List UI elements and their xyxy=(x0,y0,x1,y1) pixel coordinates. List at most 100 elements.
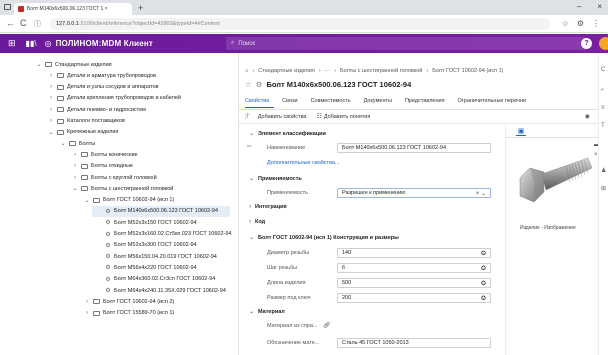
tree-folder[interactable]: › Детали крепления трубопроводов и кабеле… xyxy=(48,93,181,104)
tree-item[interactable]: ⚙ Болт М52х3х150 ГОСТ 10602-94 xyxy=(96,217,196,228)
breadcrumb-item[interactable]: Стандартные изделия xyxy=(258,68,315,74)
minimize-button[interactable]: – xyxy=(577,2,581,11)
breadcrumb-item[interactable]: Болты с шестигранной головкой xyxy=(340,68,422,74)
tree-folder[interactable]: › Болты с круглой головкой xyxy=(72,172,157,183)
tab-3[interactable]: Документы xyxy=(364,98,397,108)
designation-field[interactable]: Сталь 45 ГОСТ 1050-2013 xyxy=(337,338,491,348)
tree-item[interactable]: ⚙ Болт М52х3х160.02.Ст5кп.023 ГОСТ 10602-… xyxy=(96,229,231,240)
chevron-right-icon[interactable]: › xyxy=(84,310,90,316)
chevron-right-icon[interactable]: › xyxy=(72,163,78,169)
side-tool-icon[interactable]: ⊞ xyxy=(601,185,606,192)
chevron-right-icon[interactable]: › xyxy=(48,107,54,113)
chevron-down-icon[interactable]: ⌄ xyxy=(72,185,78,192)
breadcrumb-item[interactable]: Болт ГОСТ 10602-94 (исп 1) xyxy=(432,68,503,74)
tree-item[interactable]: ⚙ Болт М52х3х300 ГОСТ 10602-94 xyxy=(96,240,196,251)
side-tool-icon[interactable]: ⌐ xyxy=(601,87,605,93)
add-property-button[interactable]: Добавить свойства xyxy=(258,114,307,120)
chevron-down-icon[interactable]: ⌄ xyxy=(48,129,54,136)
chevron-down-icon[interactable]: ⌄ xyxy=(36,61,42,68)
tree-folder[interactable]: ⌄ Крепежные изделия xyxy=(48,127,118,138)
tab-5[interactable]: Ограничительные перечни xyxy=(458,98,531,108)
clear-and-dropdown-icon[interactable]: × ⌄ xyxy=(476,190,486,197)
extensions-icon[interactable]: ⚙ xyxy=(577,19,584,28)
url-input[interactable]: 127.0.0.1:5100/client/reference?objectId… xyxy=(50,18,550,30)
user-avatar[interactable] xyxy=(599,37,608,50)
chevron-right-icon[interactable]: › xyxy=(48,84,54,90)
tab-2[interactable]: Совместимость xyxy=(311,98,356,108)
section-applicability[interactable]: ⌄ Применяемость xyxy=(249,175,302,183)
tab-4[interactable]: Представления xyxy=(405,98,450,108)
chevron-right-icon[interactable]: › xyxy=(84,299,90,305)
section-material[interactable]: ⌄ Материал xyxy=(249,308,285,316)
reload-icon[interactable]: C xyxy=(20,18,27,28)
back-arrow-icon[interactable]: ← xyxy=(6,18,15,28)
stepper-icon[interactable]: ✪ xyxy=(481,265,486,272)
side-tool-icon[interactable]: ♟ xyxy=(601,167,606,174)
side-tool-icon[interactable]: ≡ xyxy=(601,105,605,111)
tab-0[interactable]: Свойства xyxy=(245,98,275,108)
link-icon[interactable]: 🔗︎ xyxy=(323,322,331,329)
new-tab-button[interactable]: + xyxy=(138,3,143,13)
image-tab-icon[interactable]: ▣ xyxy=(516,127,526,136)
app-grid-icon[interactable]: ⊞ xyxy=(8,38,16,49)
chevron-right-icon[interactable]: › xyxy=(48,118,54,124)
tree-item[interactable]: ⚙ Болт М56х4х220 ГОСТ 10602-94 xyxy=(96,262,196,273)
applicability-select[interactable]: Разрешен к применению × ⌄ xyxy=(337,188,491,198)
tree-folder[interactable]: › Болты конические xyxy=(72,149,138,160)
tree-item[interactable]: ⚙ Болт М64х4х240.11.35Х.029 ГОСТ 10602-94 xyxy=(96,285,226,296)
browser-tab[interactable]: Болт М140х6х500.06.123 ГОСТ 1 × xyxy=(14,3,132,15)
tree-item[interactable]: ⚙ Болт М64х360.02.Ст3сп ГОСТ 10602-94 xyxy=(96,274,215,285)
stepper-icon[interactable]: ✪ xyxy=(481,280,486,287)
close-window-button[interactable]: × xyxy=(597,2,602,11)
bookmark-star-icon[interactable]: ☆ xyxy=(562,19,569,28)
tree-folder[interactable]: › Болт ГОСТ 10602-94 (исп 2) xyxy=(84,296,174,307)
additional-properties-link[interactable]: Дополнительные свойства... xyxy=(267,160,340,166)
numeric-field[interactable]: 500 ✪ xyxy=(337,278,491,288)
tree-folder[interactable]: › Детали и узлы сосудов и аппаратов xyxy=(48,82,158,93)
material-field[interactable] xyxy=(337,321,491,331)
favorite-star-icon[interactable]: ☆ xyxy=(245,80,252,89)
library-icon[interactable]: ▮▮\ xyxy=(26,39,37,48)
tree-folder[interactable]: ⌄ Болты с шестигранной головкой xyxy=(72,183,173,194)
add-concept-button[interactable]: Добавить понятия xyxy=(324,114,370,120)
info-icon[interactable]: ⓘ xyxy=(34,19,41,29)
chevron-down-icon[interactable]: ⌄ xyxy=(60,140,66,147)
stepper-icon[interactable]: ✪ xyxy=(481,295,486,302)
numeric-field[interactable]: 200 ✪ xyxy=(337,293,491,303)
chevron-right-icon[interactable]: › xyxy=(72,152,78,158)
tree-folder[interactable]: ⌄ Болт ГОСТ 10602-94 (исп 1) xyxy=(84,195,174,206)
help-icon[interactable]: ? xyxy=(581,38,592,49)
home-icon[interactable]: ⌂ xyxy=(245,68,248,74)
side-tool-icon[interactable]: C xyxy=(601,67,605,73)
chevron-down-icon[interactable]: ⌄ xyxy=(84,197,90,204)
tab-1[interactable]: Связи xyxy=(282,98,302,108)
tree-folder[interactable]: › Детали пневмо- и гидросистем xyxy=(48,104,146,115)
tree-item[interactable]: ⚙ Болт М56х150.04.20.019 ГОСТ 10602-94 xyxy=(96,251,217,262)
visibility-eye-icon[interactable]: ◉ xyxy=(585,113,590,120)
stepper-icon[interactable]: ✪ xyxy=(481,250,486,257)
tree-folder[interactable]: › Каталоги поставщиков xyxy=(48,116,125,127)
side-tool-icon[interactable]: T xyxy=(601,123,605,129)
section-design[interactable]: ⌄ Болт ГОСТ 10602-94 (исп 1) Конструкция … xyxy=(249,234,399,242)
tree-folder[interactable]: ⌄ Стандартные изделия xyxy=(36,59,111,70)
tree-folder[interactable]: › Болты откидные xyxy=(72,161,133,172)
breadcrumb-item[interactable]: ··· xyxy=(325,68,331,74)
chevron-right-icon[interactable]: › xyxy=(72,175,78,181)
section-integration[interactable]: › Интеграция xyxy=(249,204,287,210)
section-classification[interactable]: ⌄ Элемент классификации xyxy=(249,130,326,138)
numeric-field[interactable]: 140 ✪ xyxy=(337,248,491,258)
name-field[interactable]: Болт М140х6х500.06.123 ГОСТ 10602-94 xyxy=(337,143,491,153)
settings-gear-icon[interactable]: ⚙ xyxy=(256,80,263,89)
tree-folder[interactable]: ⌄ Болты xyxy=(60,138,95,149)
tree-folder[interactable]: › Болт ГОСТ 15589-70 (исп 1) xyxy=(84,308,174,319)
tab-actions-icon[interactable] xyxy=(4,4,11,10)
numeric-field[interactable]: 6 ✪ xyxy=(337,263,491,273)
section-code[interactable]: › Код xyxy=(249,219,265,225)
tree-item[interactable]: ⚙ Болт М140х6х500.06.123 ГОСТ 10602-94 xyxy=(92,205,230,217)
menu-dots-icon[interactable]: ⋮ xyxy=(592,19,600,28)
global-search-input[interactable]: ⌕ Поиск xyxy=(226,37,586,50)
drag-handle-icon[interactable]: ═ xyxy=(247,144,251,150)
chevron-right-icon[interactable]: › xyxy=(48,95,54,101)
chevron-right-icon[interactable]: › xyxy=(48,73,54,79)
tree-folder[interactable]: › Детали и арматура трубопроводов xyxy=(48,70,156,81)
